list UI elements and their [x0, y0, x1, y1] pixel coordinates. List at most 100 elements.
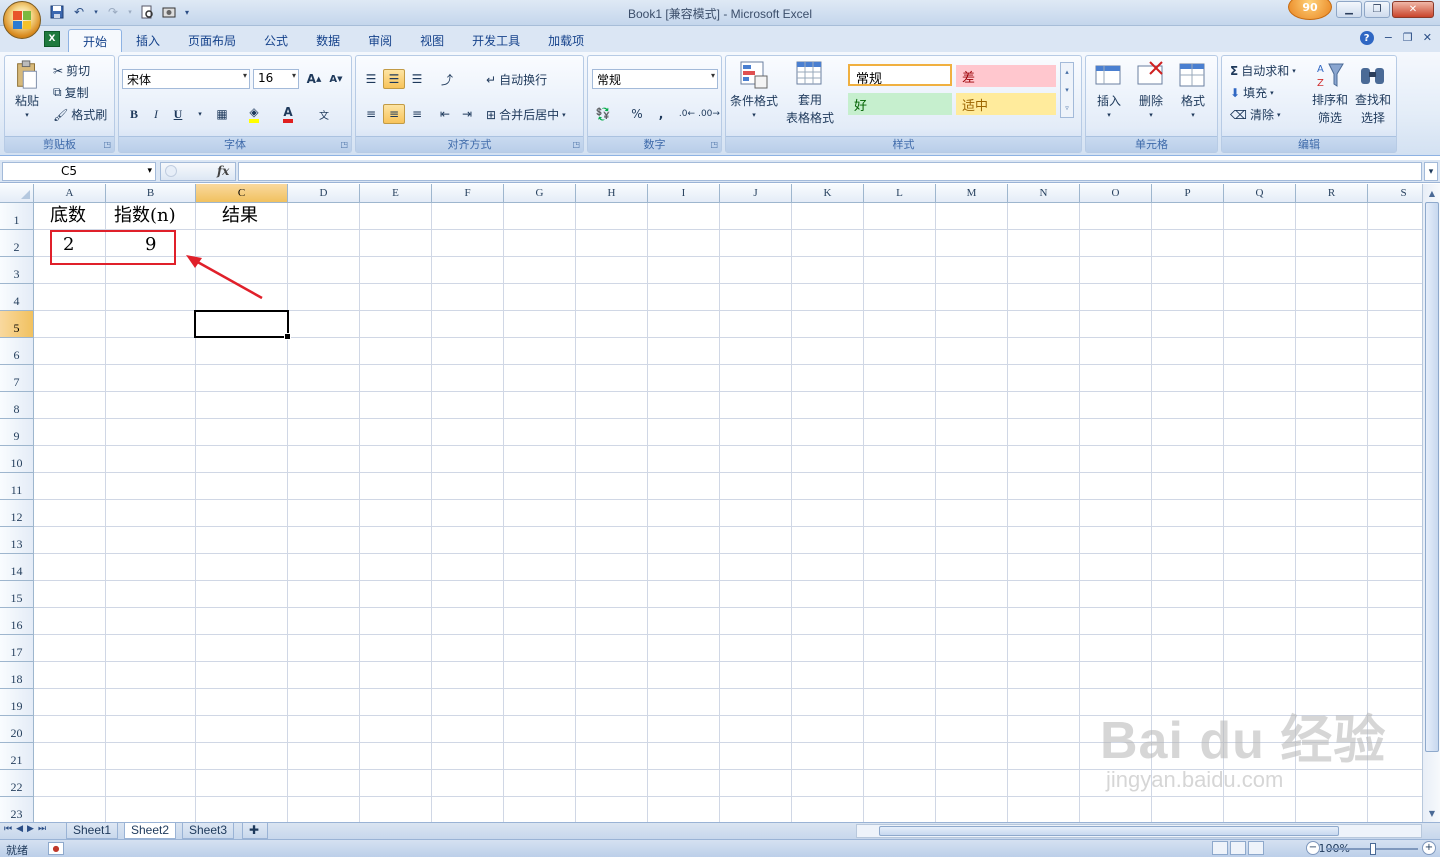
- clear-button[interactable]: ⌫ 清除 ▾: [1230, 106, 1281, 123]
- underline-button[interactable]: U: [167, 104, 189, 124]
- cut-button[interactable]: ✂ 剪切: [53, 62, 90, 79]
- insert-sheet-icon[interactable]: ✚: [242, 823, 268, 839]
- more-icon[interactable]: ▿: [1065, 104, 1069, 112]
- last-sheet-icon[interactable]: ⏭: [38, 824, 46, 834]
- zoom-in-icon[interactable]: +: [1422, 841, 1436, 855]
- merge-center-button[interactable]: ⊞ 合并后居中 ▾: [486, 106, 566, 123]
- tab-addins[interactable]: 加载项: [534, 29, 598, 54]
- column-header-K[interactable]: K: [792, 184, 864, 203]
- style-bad[interactable]: 差: [956, 65, 1056, 87]
- fill-button[interactable]: ⬇ 填充 ▾: [1230, 84, 1274, 101]
- row-header-1[interactable]: 1: [0, 203, 34, 230]
- comma-button[interactable]: ,: [650, 104, 672, 124]
- column-header-C[interactable]: C: [196, 184, 288, 203]
- chevron-down-icon[interactable]: ▾: [1065, 86, 1069, 94]
- align-bottom-icon[interactable]: ☰: [406, 69, 428, 89]
- office-button[interactable]: [3, 1, 41, 39]
- tab-formulas[interactable]: 公式: [250, 29, 302, 54]
- row-header-20[interactable]: 20: [0, 716, 34, 743]
- styles-gallery-scroll[interactable]: ▴ ▾ ▿: [1060, 62, 1074, 118]
- vertical-scroll-thumb[interactable]: [1425, 202, 1439, 752]
- percent-button[interactable]: %: [626, 104, 648, 124]
- align-center-icon[interactable]: ≡: [383, 104, 405, 124]
- align-top-icon[interactable]: ☰: [360, 69, 382, 89]
- chevron-down-icon[interactable]: ▾: [147, 163, 152, 180]
- column-header-Q[interactable]: Q: [1224, 184, 1296, 203]
- scroll-up-icon[interactable]: ▲: [1425, 186, 1439, 200]
- align-left-icon[interactable]: ≡: [360, 104, 382, 124]
- number-launcher-icon[interactable]: ◳: [710, 140, 718, 149]
- column-header-S[interactable]: S: [1368, 184, 1422, 203]
- row-header-15[interactable]: 15: [0, 581, 34, 608]
- row-header-22[interactable]: 22: [0, 770, 34, 797]
- font-color-icon[interactable]: A: [277, 104, 299, 124]
- formula-input[interactable]: [238, 162, 1422, 181]
- column-header-I[interactable]: I: [648, 184, 720, 203]
- align-right-icon[interactable]: ≡: [406, 104, 428, 124]
- column-header-M[interactable]: M: [936, 184, 1008, 203]
- format-cells-button[interactable]: 格式 ▾: [1178, 60, 1208, 119]
- font-size-select[interactable]: 16 ▾: [253, 69, 299, 89]
- alignment-launcher-icon[interactable]: ◳: [572, 140, 580, 149]
- row-header-16[interactable]: 16: [0, 608, 34, 635]
- delete-cells-button[interactable]: 删除 ▾: [1136, 60, 1166, 119]
- number-format-select[interactable]: 常规 ▾: [592, 69, 718, 89]
- ribbon-close-icon[interactable]: ✕: [1423, 31, 1432, 45]
- expand-formula-bar-icon[interactable]: ▾: [1424, 162, 1438, 181]
- underline-dropdown-icon[interactable]: ▾: [189, 104, 211, 124]
- row-header-10[interactable]: 10: [0, 446, 34, 473]
- ribbon-minimize-icon[interactable]: −: [1384, 31, 1393, 45]
- sort-filter-button[interactable]: AZ 排序和 筛选: [1312, 60, 1348, 126]
- insert-function-button[interactable]: fx: [217, 164, 229, 178]
- row-header-13[interactable]: 13: [0, 527, 34, 554]
- cell-C1[interactable]: 结果: [222, 205, 258, 227]
- clipboard-launcher-icon[interactable]: ◳: [103, 140, 111, 149]
- column-header-A[interactable]: A: [34, 184, 106, 203]
- select-all-button[interactable]: [0, 184, 34, 203]
- borders-icon[interactable]: ▦: [211, 104, 233, 124]
- tab-data[interactable]: 数据: [302, 29, 354, 54]
- tab-page-layout[interactable]: 页面布局: [174, 29, 250, 54]
- tab-home[interactable]: 开始: [68, 29, 123, 54]
- row-header-12[interactable]: 12: [0, 500, 34, 527]
- shrink-font-icon[interactable]: A ▼: [325, 69, 347, 89]
- column-header-B[interactable]: B: [106, 184, 196, 203]
- zoom-slider-knob[interactable]: [1370, 843, 1376, 855]
- row-header-9[interactable]: 9: [0, 419, 34, 446]
- autosum-button[interactable]: Σ 自动求和 ▾: [1230, 62, 1296, 79]
- first-sheet-icon[interactable]: ⏮: [4, 824, 12, 834]
- page-layout-view-icon[interactable]: [1230, 841, 1246, 855]
- tab-developer[interactable]: 开发工具: [458, 29, 534, 54]
- row-header-19[interactable]: 19: [0, 689, 34, 716]
- column-header-P[interactable]: P: [1152, 184, 1224, 203]
- zoom-out-icon[interactable]: −: [1306, 841, 1320, 855]
- row-header-4[interactable]: 4: [0, 284, 34, 311]
- row-header-23[interactable]: 23: [0, 797, 34, 822]
- currency-icon[interactable]: 💱: [592, 104, 614, 124]
- tab-review[interactable]: 审阅: [354, 29, 406, 54]
- decrease-decimal-icon[interactable]: .00→: [698, 104, 720, 124]
- column-header-F[interactable]: F: [432, 184, 504, 203]
- paste-button[interactable]: 粘贴 ▾: [11, 60, 43, 119]
- orientation-icon[interactable]: ⤴: [436, 69, 458, 89]
- phonetic-icon[interactable]: 文: [313, 104, 335, 124]
- column-header-O[interactable]: O: [1080, 184, 1152, 203]
- horizontal-scrollbar[interactable]: [856, 824, 1422, 838]
- format-as-table-button[interactable]: 套用 表格格式: [786, 60, 834, 126]
- font-launcher-icon[interactable]: ◳: [340, 140, 348, 149]
- page-break-view-icon[interactable]: [1248, 841, 1264, 855]
- name-box[interactable]: C5 ▾: [2, 162, 156, 181]
- style-good[interactable]: 好: [848, 93, 952, 115]
- italic-button[interactable]: I: [145, 104, 167, 124]
- maximize-button[interactable]: ❐: [1364, 1, 1390, 18]
- normal-view-icon[interactable]: [1212, 841, 1228, 855]
- cell-A1[interactable]: 底数: [50, 205, 86, 227]
- increase-indent-icon[interactable]: ⇥: [456, 104, 478, 124]
- increase-decimal-icon[interactable]: .0←: [676, 104, 698, 124]
- column-header-L[interactable]: L: [864, 184, 936, 203]
- column-header-N[interactable]: N: [1008, 184, 1080, 203]
- row-header-14[interactable]: 14: [0, 554, 34, 581]
- column-header-D[interactable]: D: [288, 184, 360, 203]
- vertical-scrollbar[interactable]: ▲ ▼: [1422, 184, 1440, 822]
- row-header-8[interactable]: 8: [0, 392, 34, 419]
